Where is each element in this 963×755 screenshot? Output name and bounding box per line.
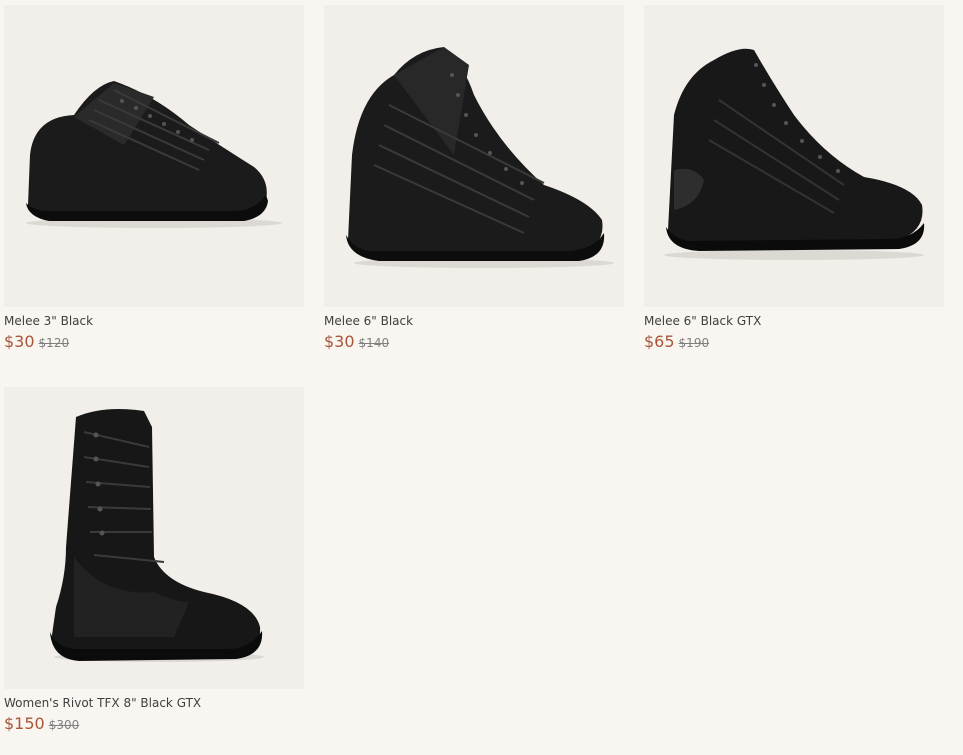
mid-top-black-boot-icon: [346, 47, 614, 268]
price-row: $65 $190: [644, 331, 944, 354]
original-price: $300: [48, 718, 80, 732]
product-name[interactable]: Melee 3" Black: [4, 313, 304, 329]
sale-price: $150: [4, 714, 45, 733]
original-price: $120: [38, 336, 70, 350]
sale-price: $30: [324, 332, 355, 351]
product-card[interactable]: Women's Rivot TFX 8" Black GTX $150 $300: [4, 387, 304, 736]
sale-price: $30: [4, 332, 35, 351]
price-row: $30 $140: [324, 331, 624, 354]
product-image[interactable]: [324, 5, 624, 307]
product-name[interactable]: Melee 6" Black: [324, 313, 624, 329]
product-card[interactable]: Melee 6" Black GTX $65 $190: [644, 5, 944, 354]
price-row: $30 $120: [4, 331, 304, 354]
product-name[interactable]: Women's Rivot TFX 8" Black GTX: [4, 695, 304, 711]
sale-price: $65: [644, 332, 675, 351]
original-price: $140: [358, 336, 390, 350]
product-name[interactable]: Melee 6" Black GTX: [644, 313, 944, 329]
price-row: $150 $300: [4, 713, 304, 736]
tall-black-boot-icon: [50, 409, 264, 662]
product-image[interactable]: [644, 5, 944, 307]
low-top-black-shoe-icon: [26, 81, 282, 228]
product-image[interactable]: [4, 5, 304, 307]
product-card[interactable]: Melee 6" Black $30 $140: [324, 5, 624, 354]
product-image[interactable]: [4, 387, 304, 689]
product-card[interactable]: Melee 3" Black $30 $120: [4, 5, 304, 354]
product-grid: Melee 3" Black $30 $120 Melee 6" Black $…: [0, 0, 963, 755]
mid-top-black-leather-boot-icon: [664, 48, 925, 260]
original-price: $190: [678, 336, 710, 350]
